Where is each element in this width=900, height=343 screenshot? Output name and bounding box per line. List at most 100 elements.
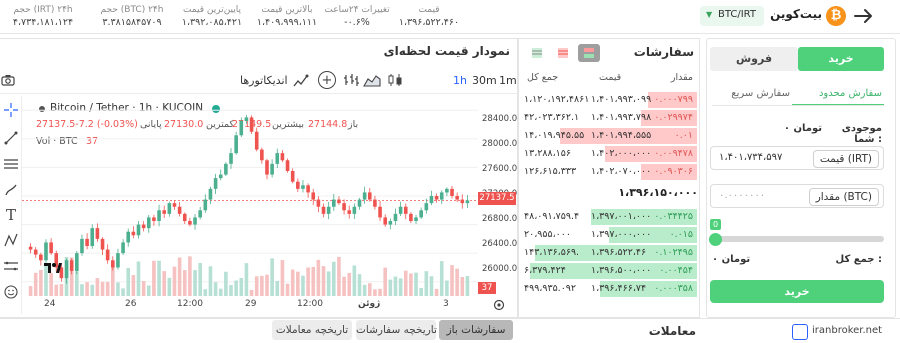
price-input-value: ۱،۴۰۱،۷۳۴،۵۹۷ <box>719 152 783 163</box>
candle-body <box>172 203 177 207</box>
bid-row[interactable]: ۶،۳۷۹،۴۲۴ ۱،۳۹۶،۵۰۰،۰۰۰ ۰.۰۰۴۵۴ <box>521 263 697 279</box>
candle-body <box>409 213 413 221</box>
ask-row[interactable]: ۱۴،۰۱۹،۹۴۵.۵۵ ۱،۴۰۱،۹۹۴،۵۵۵ ۰.۰۱ <box>521 128 697 144</box>
candle-body <box>424 203 429 211</box>
area-chart-icon[interactable] <box>363 72 381 88</box>
bid-price: ۱،۳۹۷،۰۰۱،۰۰۰ <box>591 211 652 222</box>
candles-icon[interactable] <box>386 72 404 88</box>
interval-30m[interactable]: 30m <box>472 74 497 87</box>
volume-bar <box>342 276 346 296</box>
amount-input[interactable]: مقدار (BTC) ۰.۰۰۰۰۰۰۰ <box>710 184 884 208</box>
trend-line-icon[interactable] <box>3 130 19 146</box>
bid-row[interactable]: ۴۸،۰۹۱،۷۵۹.۴ ۱،۳۹۷،۰۰۱،۰۰۰ ۰.۰۳۴۴۲۵ <box>521 209 697 225</box>
view-bids-icon[interactable] <box>526 44 548 62</box>
volume-bar <box>270 258 274 296</box>
pair-badge-label: BTC/IRT <box>718 9 757 20</box>
candle-body <box>75 253 79 271</box>
price-input[interactable]: قیمت (IRT) ۱،۴۰۱،۷۳۴،۵۹۷ <box>710 146 884 170</box>
candle-body <box>388 221 393 225</box>
measure-icon[interactable] <box>3 258 19 274</box>
candle-body <box>434 196 439 200</box>
pair-badge[interactable]: ▼ BTC/IRT <box>700 6 764 26</box>
indicators-button[interactable]: اندیکاتورها <box>240 74 288 87</box>
market-order-tab[interactable]: سفارش سریع <box>718 88 790 99</box>
candle-body <box>28 246 33 250</box>
candle-body <box>373 199 377 207</box>
view-asks-icon[interactable] <box>552 44 574 62</box>
candle-body <box>111 260 115 268</box>
candle-body <box>260 149 264 161</box>
chart-settings-icon[interactable] <box>492 298 506 312</box>
volume-bar <box>316 259 321 296</box>
price-tick: 27600.0 <box>482 164 518 174</box>
ask-row[interactable]: ۱۳،۲۸۸،۱۵۶ ۱،۴۰۲،۰۰۰،۰۰۰ ۰.۰۰۹۴۷۸ <box>521 146 697 162</box>
sell-tab[interactable]: فروش <box>710 47 798 71</box>
candle-body <box>105 249 110 261</box>
bid-price: ۱،۳۹۶،۵۲۲،۴۶ <box>591 247 647 258</box>
text-tool-icon[interactable]: T <box>3 206 19 224</box>
tab-trade-history[interactable]: تاریخچه معاملات <box>272 320 352 340</box>
bid-row[interactable]: ۴۹۹،۹۳۵.۰۹۲ ۱،۳۹۶،۴۶۶،۷۴ ۰.۰۰۰۳۵۸ <box>521 281 697 297</box>
emoji-icon[interactable] <box>3 284 19 300</box>
volume-bar <box>100 281 105 296</box>
ask-row[interactable]: ۱،۱۲۰،۱۹۲،۴۸۶۱ ۱،۴۰۱،۹۹۳،۰۹۹ ۰.۰۰۰۷۹۹ <box>521 92 697 108</box>
time-tick: 29 <box>245 299 257 309</box>
volume-bar <box>332 261 336 296</box>
price-chart[interactable] <box>22 96 518 314</box>
time-tick: 12:00 <box>177 299 203 309</box>
ask-row[interactable]: ۴۲،۰۲۳،۳۶۲.۱ ۱،۴۰۱،۹۹۳،۷۹۸ ۰.۰۲۹۹۷۴ <box>521 110 697 126</box>
volume-bar <box>234 280 238 296</box>
stat-label: حجم (BTC) ۲۴h <box>100 5 164 15</box>
view-both-icon[interactable] <box>578 44 600 62</box>
ask-row[interactable]: ۱۲۶،۶۱۵،۳۳۳ ۱،۴۰۲،۰۷۰،۰۰۰ ۰.۰۹۰۳۰۶ <box>521 164 697 180</box>
tab-open-orders[interactable]: سفارشات باز <box>439 320 513 340</box>
stat-price: قیمت ۱،۳۹۶،۵۲۲،۴۶۰ <box>390 4 468 29</box>
brush-icon[interactable] <box>3 182 19 198</box>
candle-body <box>182 213 187 221</box>
volume-bar <box>383 267 387 296</box>
interval-1m[interactable]: 1m <box>499 74 517 87</box>
horizontal-lines-icon[interactable] <box>3 156 19 172</box>
candle-body <box>275 153 280 164</box>
interval-1h[interactable]: 1h <box>453 74 467 87</box>
indicators-icon[interactable] <box>292 72 310 90</box>
time-tick: 24 <box>44 299 56 309</box>
add-compare-icon[interactable]: + <box>318 71 336 89</box>
ask-amount: ۰.۰۰۰۷۹۹ <box>654 94 693 105</box>
amount-slider-track[interactable] <box>712 236 884 242</box>
camera-icon[interactable] <box>0 72 16 88</box>
candle-body <box>337 199 341 204</box>
watermark-text: iranbroker.net <box>812 325 883 336</box>
limit-order-tab[interactable]: سفارش محدود <box>800 88 882 99</box>
bid-row[interactable]: ۲۰،۹۵۵،۰۰۰ ۱،۳۹۷،۰۰۰،۰۰۰ ۰.۰۱۵ <box>521 227 697 243</box>
volume-bar <box>326 271 331 296</box>
bar-chart-icon[interactable] <box>342 72 360 88</box>
volume-bar <box>460 277 465 296</box>
buy-tab[interactable]: خرید <box>798 47 884 71</box>
pattern-icon[interactable] <box>3 232 19 248</box>
volume-bar <box>229 285 233 296</box>
volume-bar <box>429 276 434 296</box>
volume-bar <box>388 279 393 296</box>
trade-form-panel <box>706 38 896 318</box>
stat-label: حجم (IRT) ۲۴h <box>13 5 73 15</box>
volume-bar <box>367 283 372 296</box>
volume-bar <box>285 283 290 296</box>
volume-bar <box>465 275 470 296</box>
candle-body <box>126 231 131 243</box>
volume-bar <box>393 276 398 296</box>
bid-total: ۲۰،۹۵۵،۰۰۰ <box>524 229 571 240</box>
candle-body <box>455 196 459 200</box>
bid-amount: ۰.۱۰۲۴۹۵ <box>654 247 693 258</box>
tab-order-history[interactable]: تاریخچه سفارشات <box>356 320 437 340</box>
chart-panel-title: نمودار قیمت لحظه‌ای <box>383 44 510 58</box>
ask-total: ۴۲،۰۲۳،۳۶۲.۱ <box>524 112 580 123</box>
header-total: جمع کل <box>527 72 559 83</box>
stat-label: قیمت <box>418 5 440 15</box>
price-tick: 26400.0 <box>482 239 518 249</box>
crosshair-icon[interactable] <box>3 102 19 118</box>
bid-row[interactable]: ۱۴۳،۱۳۶،۵۶۹. ۱،۳۹۶،۵۲۲،۴۶ ۰.۱۰۲۴۹۵ <box>521 245 697 261</box>
buy-submit-button[interactable]: خرید <box>710 280 884 303</box>
back-arrow-icon[interactable] <box>852 6 876 26</box>
amount-slider-handle[interactable] <box>709 233 722 246</box>
